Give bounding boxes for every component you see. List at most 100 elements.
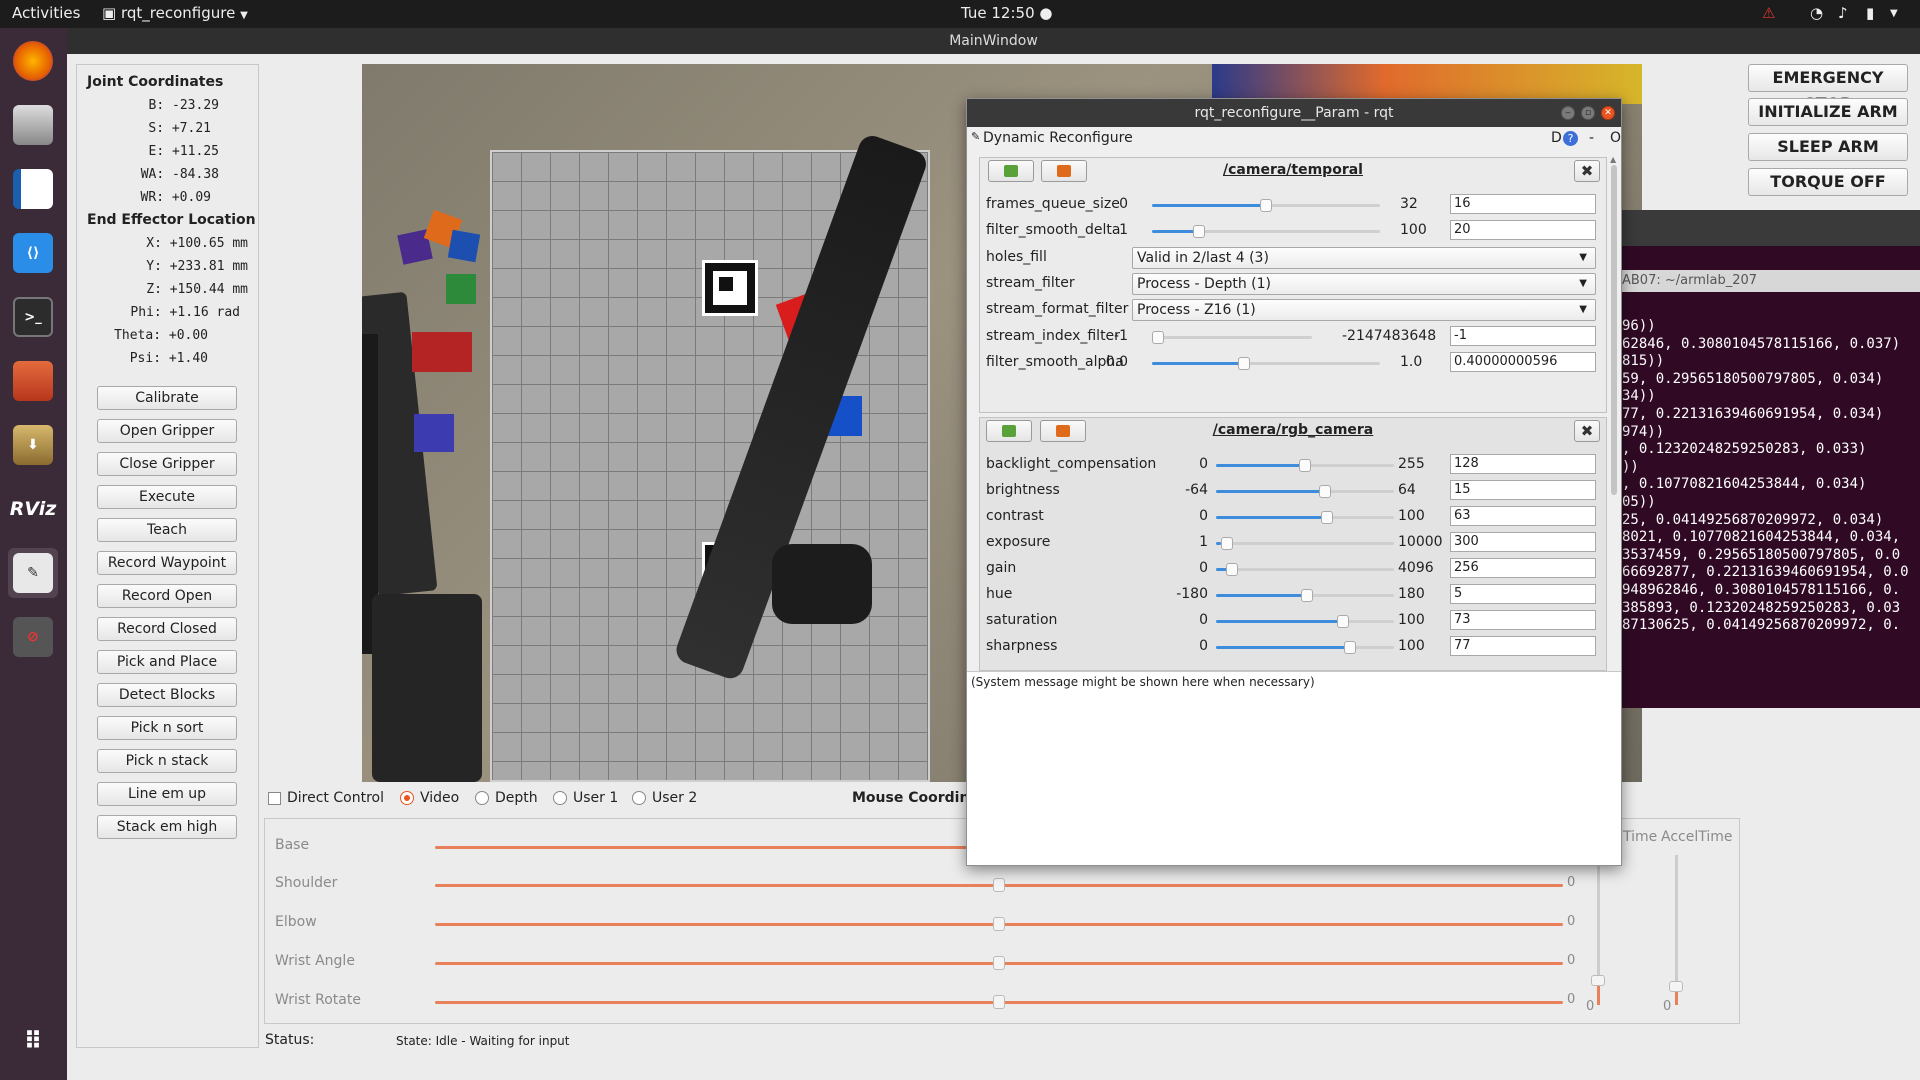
app-menu[interactable]: ▣ rqt_reconfigure ▼ xyxy=(102,4,248,22)
plugin-minimize-button[interactable]: - xyxy=(1589,130,1594,146)
wrist-rotate-slider-handle[interactable] xyxy=(993,995,1005,1009)
param-slider-handle[interactable] xyxy=(1300,589,1313,602)
param-value-input[interactable]: 128 xyxy=(1450,454,1596,474)
param-slider[interactable] xyxy=(1152,330,1312,344)
dock-blocked-app[interactable]: ⊘ xyxy=(8,612,58,662)
param-slider[interactable] xyxy=(1152,356,1380,370)
direct-control-checkbox[interactable]: Direct Control xyxy=(268,790,384,806)
dock-archive[interactable]: ⬇ xyxy=(8,420,58,470)
param-value-input[interactable]: 300 xyxy=(1450,532,1596,552)
param-slider[interactable] xyxy=(1216,537,1394,550)
wrist-angle-slider[interactable] xyxy=(435,956,1563,970)
volume-icon[interactable]: ♪ xyxy=(1838,4,1848,22)
torque-off-button[interactable]: TORQUE OFF xyxy=(1748,168,1908,196)
open-gripper-button[interactable]: Open Gripper xyxy=(97,419,237,443)
calibrate-button[interactable]: Calibrate xyxy=(97,386,237,410)
param-slider-handle[interactable] xyxy=(1260,199,1272,212)
terminal-window[interactable]: AB07: ~/armlab_207 96)) 62846, 0.30801045… xyxy=(1620,210,1920,708)
param-value-input[interactable]: 16 xyxy=(1450,194,1596,214)
close-gripper-button[interactable]: Close Gripper xyxy=(97,452,237,476)
param-slider[interactable] xyxy=(1216,485,1394,498)
system-menu-chevron-icon[interactable]: ▼ xyxy=(1890,8,1898,19)
acceltime-slider[interactable] xyxy=(1669,855,1683,1005)
scrollbar-thumb[interactable] xyxy=(1611,165,1617,495)
dock-writer[interactable] xyxy=(8,164,58,214)
param-value-input[interactable]: 0.40000000596 xyxy=(1450,351,1596,372)
param-dropdown[interactable]: Process - Z16 (1) ▼ xyxy=(1132,299,1596,322)
dock-text-editor[interactable]: ✎ xyxy=(8,548,58,598)
shoulder-slider-handle[interactable] xyxy=(993,878,1005,892)
elbow-slider[interactable] xyxy=(435,917,1563,931)
param-slider-handle[interactable] xyxy=(1220,537,1233,550)
rgb-close-button[interactable]: ✖ xyxy=(1574,420,1600,442)
param-slider-handle[interactable] xyxy=(1320,511,1333,524)
pick-n-sort-button[interactable]: Pick n sort xyxy=(97,716,237,740)
param-slider[interactable] xyxy=(1216,589,1394,602)
param-slider-handle[interactable] xyxy=(1299,459,1311,472)
time-slider-handle[interactable] xyxy=(1591,975,1605,986)
plugin-close-button[interactable]: O xyxy=(1610,130,1621,146)
param-value-input[interactable]: 20 xyxy=(1450,220,1596,241)
param-value-input[interactable]: 63 xyxy=(1450,506,1596,526)
param-dropdown[interactable]: Process - Depth (1) ▼ xyxy=(1132,272,1596,295)
plugin-d-button[interactable]: D xyxy=(1551,130,1562,146)
battery-icon[interactable]: ▮ xyxy=(1866,4,1874,22)
help-icon[interactable]: ? xyxy=(1563,131,1578,146)
initialize-arm-button[interactable]: INITIALIZE ARM xyxy=(1748,98,1908,126)
execute-button[interactable]: Execute xyxy=(97,485,237,509)
param-slider[interactable] xyxy=(1216,459,1394,472)
user2-radio[interactable]: User 2 xyxy=(632,790,697,806)
activities-button[interactable]: Activities xyxy=(12,4,80,22)
param-value-input[interactable]: 256 xyxy=(1450,558,1596,578)
teach-button[interactable]: Teach xyxy=(97,518,237,542)
param-slider-handle[interactable] xyxy=(1225,563,1238,576)
minimize-button[interactable]: ‒ xyxy=(1561,106,1575,120)
dock-rviz[interactable]: RViz xyxy=(8,484,58,534)
pick-and-place-button[interactable]: Pick and Place xyxy=(97,650,237,674)
wifi-icon[interactable]: ◔ xyxy=(1810,4,1823,22)
dock-terminal[interactable]: >_ xyxy=(8,292,58,342)
detect-blocks-button[interactable]: Detect Blocks xyxy=(97,683,237,707)
record-open-button[interactable]: Record Open xyxy=(97,584,237,608)
record-closed-button[interactable]: Record Closed xyxy=(97,617,237,641)
dock-firefox[interactable] xyxy=(8,36,58,86)
param-slider[interactable] xyxy=(1216,641,1394,654)
wrist-rotate-slider[interactable] xyxy=(435,995,1563,1009)
param-slider-handle[interactable] xyxy=(1193,225,1206,239)
shoulder-slider[interactable] xyxy=(435,878,1563,892)
param-value-input[interactable]: 73 xyxy=(1450,610,1596,630)
terminal-tab[interactable]: AB07: ~/armlab_207 xyxy=(1620,270,1920,292)
param-value-input[interactable]: 5 xyxy=(1450,584,1596,604)
line-em-up-button[interactable]: Line em up xyxy=(97,782,237,806)
param-slider[interactable] xyxy=(1152,225,1380,239)
depth-radio[interactable]: Depth xyxy=(475,790,538,806)
temporal-close-button[interactable]: ✖ xyxy=(1574,160,1600,182)
emergency-stop-button[interactable]: EMERGENCY STOP xyxy=(1748,64,1908,113)
dock-vscode[interactable]: ⟨⟩ xyxy=(8,228,58,278)
clock[interactable]: Tue 12:50 ● xyxy=(961,4,1052,22)
maximize-button[interactable]: ▫ xyxy=(1581,106,1595,120)
param-slider-handle[interactable] xyxy=(1343,641,1356,654)
close-window-button[interactable]: ✕ xyxy=(1601,106,1615,120)
param-slider-handle[interactable] xyxy=(1152,330,1164,344)
video-radio[interactable]: Video xyxy=(400,790,459,806)
param-dropdown[interactable]: Valid in 2/last 4 (3) ▼ xyxy=(1132,246,1596,269)
param-slider[interactable] xyxy=(1216,511,1394,524)
param-slider-handle[interactable] xyxy=(1337,615,1350,628)
param-slider[interactable] xyxy=(1216,615,1394,628)
user1-radio[interactable]: User 1 xyxy=(553,790,618,806)
param-slider[interactable] xyxy=(1152,199,1380,212)
param-value-input[interactable]: 15 xyxy=(1450,480,1596,500)
time-slider[interactable] xyxy=(1591,855,1605,1005)
record-waypoint-button[interactable]: Record Waypoint xyxy=(97,551,237,575)
wrist-angle-slider-handle[interactable] xyxy=(993,956,1005,970)
scroll-up-icon[interactable]: ▲ xyxy=(1610,155,1616,164)
stack-em-high-button[interactable]: Stack em high xyxy=(97,815,237,839)
dock-screenshot[interactable] xyxy=(8,356,58,406)
sleep-arm-button[interactable]: SLEEP ARM xyxy=(1748,133,1908,161)
pick-n-stack-button[interactable]: Pick n stack xyxy=(97,749,237,773)
warning-icon[interactable]: ⚠ xyxy=(1762,4,1775,22)
param-slider-handle[interactable] xyxy=(1318,485,1331,498)
param-value-input[interactable]: 77 xyxy=(1450,636,1596,656)
param-slider[interactable] xyxy=(1216,563,1394,576)
